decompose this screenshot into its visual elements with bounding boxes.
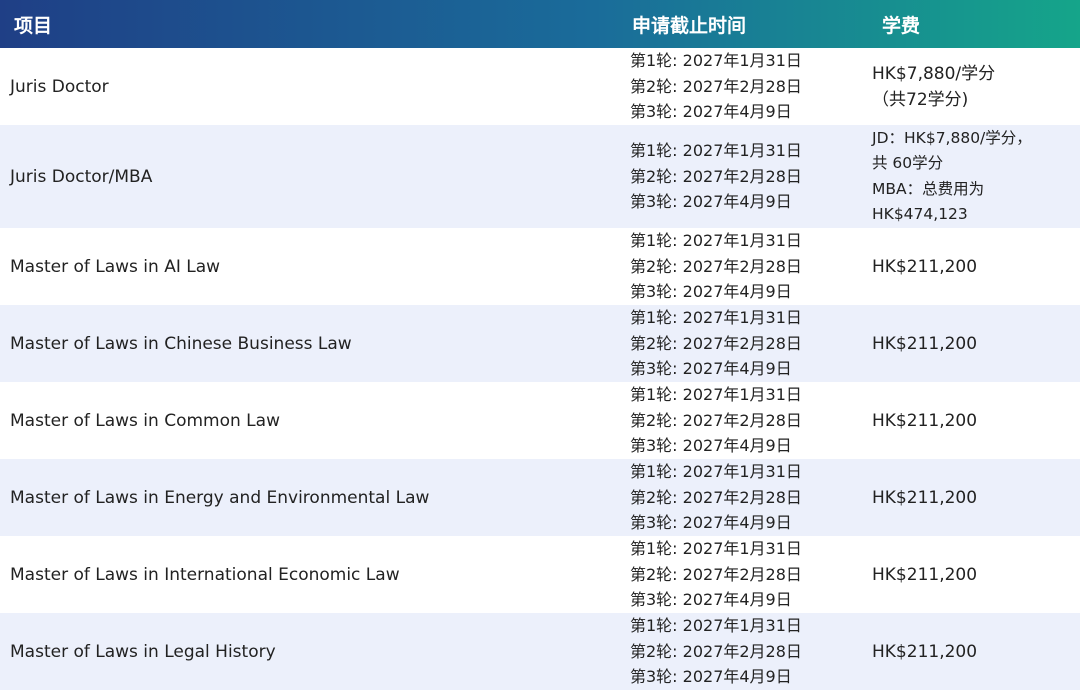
table-row: Master of Laws in Common Law 第1轮: 2027年1…: [0, 382, 1080, 459]
program-name: Master of Laws in Legal History: [10, 641, 276, 662]
deadline-cell: 第1轮: 2027年1月31日 第2轮: 2027年2月28日 第3轮: 2027年…: [630, 141, 802, 212]
fee-cell: HK$211,200: [872, 333, 978, 354]
header-program: 项目: [14, 15, 53, 37]
fee-cell: JD：HK$7,880/学分，共 60学分 MBA：总费用为 HK$474,123: [872, 128, 1032, 224]
deadline-cell: 第1轮: 2027年1月31日 第2轮: 2027年2月28日 第3轮: 2027年…: [630, 308, 802, 379]
program-name: Master of Laws in Common Law: [10, 410, 280, 431]
deadline-cell: 第1轮: 2027年1月31日 第2轮: 2027年2月28日 第3轮: 2027年…: [630, 539, 802, 610]
fee-cell: HK$211,200: [872, 564, 978, 585]
deadline-cell: 第1轮: 2027年1月31日 第2轮: 2027年2月28日 第3轮: 2027年…: [630, 616, 802, 687]
program-name: Master of Laws in Chinese Business Law: [10, 333, 352, 354]
deadline-cell: 第1轮: 2027年1月31日 第2轮: 2027年2月28日 第3轮: 2027年…: [630, 385, 802, 456]
table-row: Master of Laws in Chinese Business Law 第…: [0, 305, 1080, 382]
table-row: Master of Laws in Legal History 第1轮: 202…: [0, 613, 1080, 690]
header-deadline: 申请截止时间: [632, 15, 747, 37]
table-row: Master of Laws in AI Law 第1轮: 2027年1月31日…: [0, 228, 1080, 305]
program-name: Master of Laws in AI Law: [10, 256, 221, 277]
table-row: Master of Laws in Energy and Environment…: [0, 459, 1080, 536]
table-row: Juris Doctor/MBA 第1轮: 2027年1月31日 第2轮: 202…: [0, 125, 1080, 228]
table-row: Master of Laws in International Economic…: [0, 536, 1080, 613]
table-body: Juris Doctor 第1轮: 2027年1月31日 第2轮: 2027年2月…: [0, 48, 1080, 690]
deadline-cell: 第1轮: 2027年1月31日 第2轮: 2027年2月28日 第3轮: 2027年…: [630, 231, 802, 302]
fee-cell: HK$211,200: [872, 256, 978, 277]
program-name: Master of Laws in Energy and Environment…: [10, 487, 430, 508]
header-fee: 学费: [882, 15, 921, 37]
fee-cell: HK$211,200: [872, 641, 978, 662]
fee-cell: HK$211,200: [872, 410, 978, 431]
program-name: Master of Laws in International Economic…: [10, 564, 400, 585]
program-name: Juris Doctor: [10, 76, 109, 97]
deadline-cell: 第1轮: 2027年1月31日 第2轮: 2027年2月28日 第3轮: 2027年…: [630, 462, 802, 533]
fee-cell: HK$7,880/学分 （共72学分): [872, 63, 996, 110]
program-name: Juris Doctor/MBA: [10, 166, 153, 187]
deadline-cell: 第1轮: 2027年1月31日 第2轮: 2027年2月28日 第3轮: 2027年…: [630, 51, 802, 122]
table-row: Juris Doctor 第1轮: 2027年1月31日 第2轮: 2027年2月…: [0, 48, 1080, 125]
fee-cell: HK$211,200: [872, 487, 978, 508]
table-header: 项目 申请截止时间 学费: [0, 0, 1080, 48]
